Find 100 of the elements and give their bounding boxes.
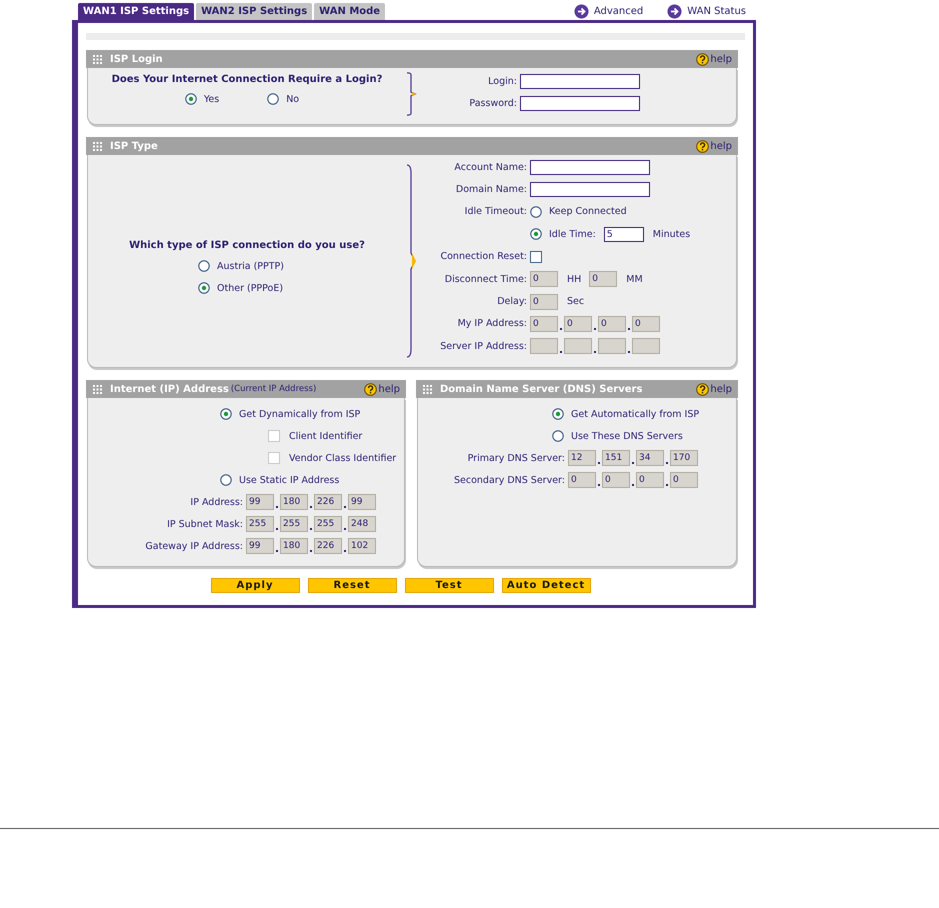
action-button[interactable]: Auto Detect <box>502 578 590 593</box>
ip-octet-field[interactable]: 0 <box>530 316 558 332</box>
checkbox-label: Vendor Class Identifier <box>289 452 396 464</box>
checkbox-label: Client Identifier <box>289 430 362 442</box>
question-text: Which type of ISP connection do you use? <box>129 240 365 251</box>
unit-label: HH <box>567 274 582 285</box>
help-link[interactable]: help <box>696 52 732 66</box>
ip-octet-field[interactable]: 170 <box>670 450 698 466</box>
field-label: Delay: <box>497 296 527 308</box>
radio-button[interactable] <box>184 93 197 105</box>
field-label: Login: <box>488 76 517 86</box>
section-title: Domain Name Server (DNS) Servers <box>440 384 642 394</box>
field-label: Server IP Address: <box>440 340 527 352</box>
radio-button[interactable] <box>220 474 232 486</box>
help-link[interactable]: help <box>696 140 732 152</box>
ip-octet-field[interactable]: 180 <box>280 494 308 510</box>
action-button[interactable]: Apply <box>210 578 300 593</box>
field-label: IP Address: <box>190 496 243 508</box>
tab[interactable]: WAN1 ISP Settings <box>78 3 194 20</box>
field-label: Primary DNS Server: <box>468 452 565 464</box>
text-field[interactable] <box>530 182 650 198</box>
field-label: Connection Reset: <box>440 251 527 262</box>
ip-octet-field[interactable]: 0 <box>598 316 626 332</box>
radio-button[interactable] <box>552 430 564 442</box>
radio-button[interactable] <box>198 282 210 294</box>
radio-button[interactable] <box>267 93 280 105</box>
ip-octet-field[interactable]: 0 <box>670 472 698 488</box>
time-field[interactable]: 0 <box>530 294 558 310</box>
section-title: ISP Login <box>110 54 163 64</box>
text-field[interactable]: 5 <box>604 226 644 242</box>
ip-octet-field[interactable]: 0 <box>602 472 630 488</box>
radio-option[interactable]: Austria (PPTP) <box>198 260 284 272</box>
radio-button[interactable] <box>220 408 232 420</box>
ip-octet-field[interactable]: 34 <box>636 450 664 466</box>
ip-octet-field[interactable]: 99 <box>246 494 274 510</box>
field-label: Domain Name: <box>456 184 527 196</box>
ip-octet-field[interactable]: 248 <box>348 516 376 532</box>
radio-button[interactable] <box>530 228 542 240</box>
section-title: Internet (IP) Address <box>110 384 229 394</box>
radio-option[interactable]: Other (PPPoE) <box>198 282 284 294</box>
field-label: My IP Address: <box>458 318 527 330</box>
grip-icon <box>93 142 102 150</box>
radio-option[interactable]: Use Static IP Address <box>220 474 340 486</box>
action-button[interactable]: Test <box>404 578 494 593</box>
ip-octet-field[interactable]: 255 <box>314 516 342 532</box>
grip-icon <box>423 384 432 394</box>
field-label: Disconnect Time: <box>444 274 527 285</box>
bracket-drawing <box>406 72 418 116</box>
radio-option[interactable]: Yes <box>184 93 220 105</box>
radio-option[interactable]: Idle Time: <box>530 228 596 240</box>
time-field[interactable]: 0 <box>589 271 618 288</box>
ip-octet-field[interactable] <box>598 338 626 354</box>
radio-option[interactable]: Keep Connected <box>530 206 627 218</box>
ip-octet-field[interactable]: 0 <box>568 472 596 488</box>
help-link[interactable]: help <box>696 382 732 396</box>
ip-octet-field[interactable]: 12 <box>568 450 596 466</box>
ip-octet-field[interactable]: 102 <box>348 538 376 554</box>
ip-octet-field[interactable]: 226 <box>314 538 342 554</box>
field-label: Password: <box>469 98 517 108</box>
ip-octet-field[interactable]: 0 <box>636 472 664 488</box>
radio-option[interactable]: Use These DNS Servers <box>552 430 683 442</box>
text-field[interactable] <box>520 96 640 110</box>
ip-octet-field[interactable]: 0 <box>564 316 592 332</box>
ip-octet-field[interactable]: 180 <box>280 538 308 554</box>
help-link[interactable]: help <box>364 382 400 396</box>
nav-link[interactable]: Advanced <box>574 3 644 20</box>
tab[interactable]: WAN2 ISP Settings <box>196 3 312 20</box>
ip-octet-field[interactable] <box>632 338 660 354</box>
ip-octet-field[interactable]: 0 <box>632 316 660 332</box>
radio-option[interactable]: No <box>267 93 300 105</box>
text-field[interactable] <box>520 74 640 88</box>
nav-link[interactable]: WAN Status <box>667 3 746 20</box>
help-icon <box>364 382 378 396</box>
radio-button[interactable] <box>530 206 542 218</box>
ip-octet-field[interactable]: 99 <box>246 538 274 554</box>
field-label: IP Subnet Mask: <box>167 518 243 530</box>
help-icon <box>696 382 710 396</box>
question-text: Does Your Internet Connection Require a Login? <box>112 74 382 85</box>
tab[interactable]: WAN Mode <box>314 3 386 20</box>
checkbox[interactable] <box>530 250 542 263</box>
text-field[interactable] <box>530 160 650 175</box>
ip-octet-field[interactable]: 255 <box>280 516 308 532</box>
radio-button[interactable] <box>198 260 210 272</box>
ip-octet-field[interactable] <box>530 338 558 354</box>
radio-option[interactable]: Get Automatically from ISP <box>552 408 700 420</box>
ip-octet-field[interactable]: 151 <box>602 450 630 466</box>
action-button[interactable]: Reset <box>308 578 396 593</box>
unit-label: Minutes <box>652 228 690 240</box>
grip-icon <box>93 384 102 394</box>
ip-octet-field[interactable] <box>564 338 592 354</box>
ip-octet-field[interactable]: 226 <box>314 494 342 510</box>
section-subtitle: (Current IP Address) <box>230 384 316 394</box>
section-title: ISP Type <box>110 140 158 152</box>
time-field[interactable]: 0 <box>530 271 558 288</box>
ip-octet-field[interactable]: 99 <box>348 494 376 510</box>
radio-button[interactable] <box>552 408 564 420</box>
unit-label: Sec <box>567 296 584 308</box>
ip-octet-field[interactable]: 255 <box>246 516 274 532</box>
radio-option[interactable]: Get Dynamically from ISP <box>220 408 360 420</box>
field-label: Account Name: <box>454 162 527 173</box>
